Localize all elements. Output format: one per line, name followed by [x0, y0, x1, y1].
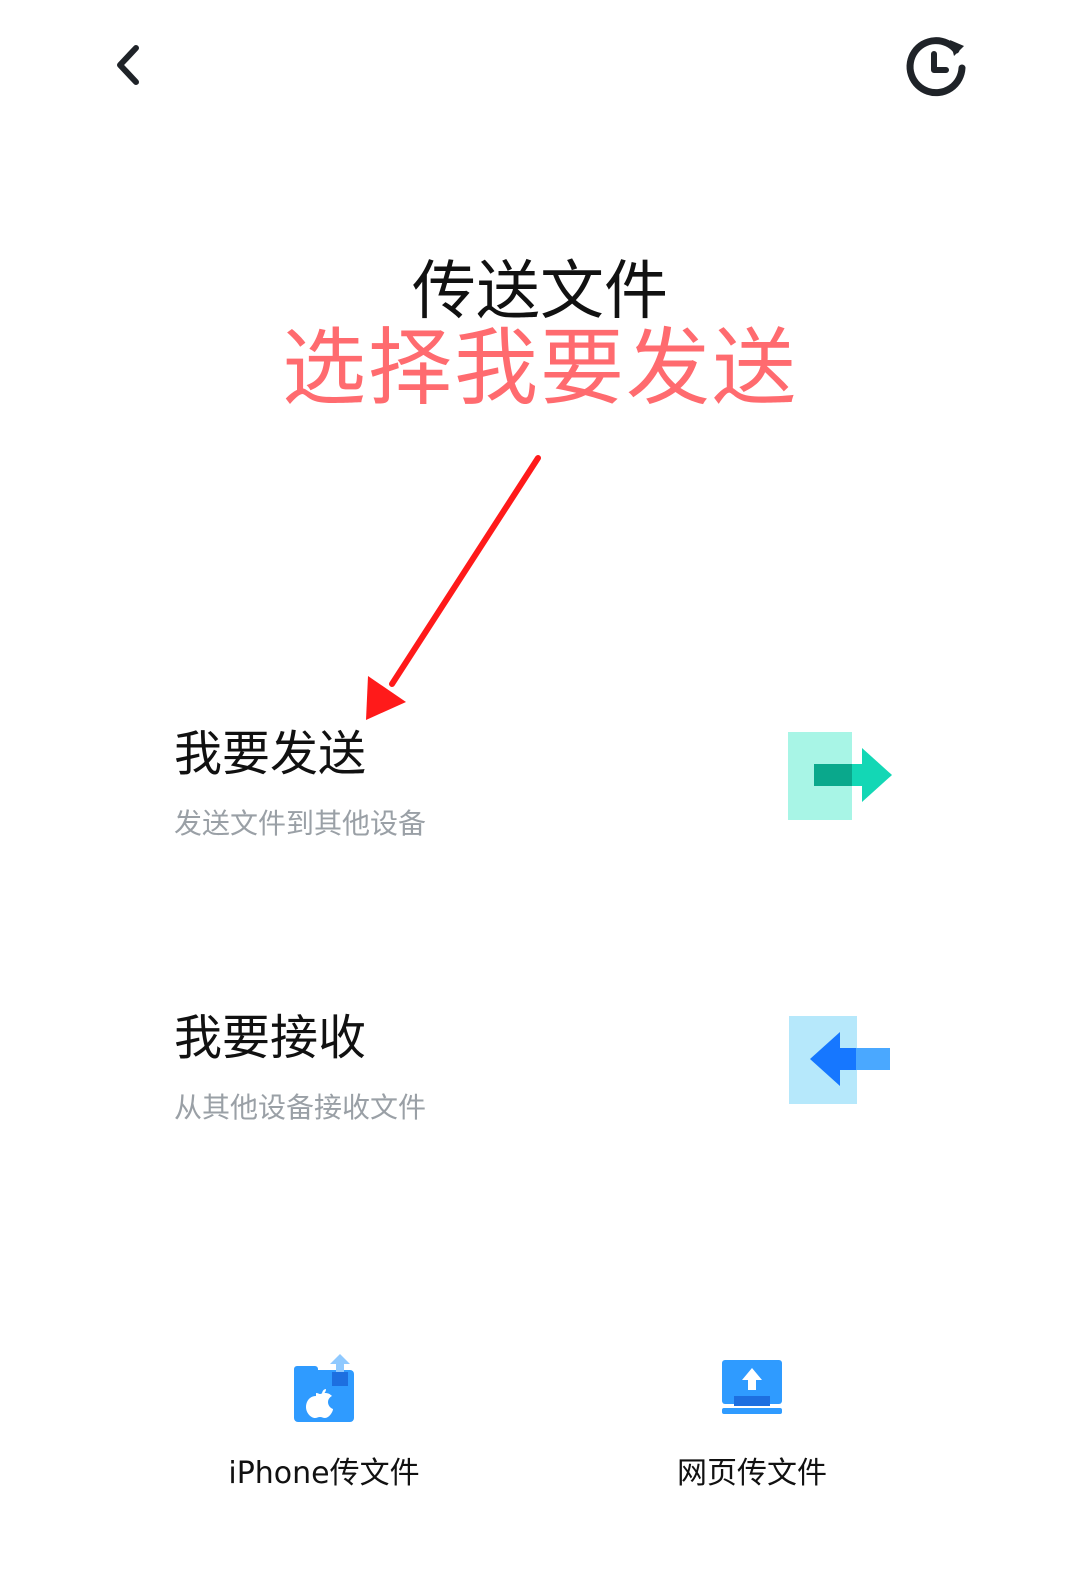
send-option-subtitle: 发送文件到其他设备: [174, 807, 427, 840]
history-clock-icon: [906, 37, 966, 97]
annotation-text: 选择我要发送: [281, 319, 798, 417]
receive-option[interactable]: 我要接收 从其他设备接收文件: [150, 1006, 930, 1196]
send-option-title: 我要发送: [174, 726, 367, 782]
web-transfer-label: 网页传文件: [677, 1456, 827, 1491]
send-arrow-right-icon: [788, 732, 892, 820]
iphone-transfer-label: iPhone传文件: [228, 1456, 420, 1491]
chevron-left-icon: [117, 45, 139, 85]
iphone-folder-upload-icon: [294, 1354, 354, 1422]
web-monitor-upload-icon: [722, 1360, 782, 1414]
receive-option-subtitle: 从其他设备接收文件: [174, 1091, 427, 1124]
send-option[interactable]: 我要发送 发送文件到其他设备: [150, 722, 930, 912]
web-transfer-button[interactable]: 网页传文件: [622, 1350, 882, 1510]
back-button[interactable]: [96, 30, 160, 100]
receive-option-title: 我要接收: [174, 1010, 367, 1066]
receive-arrow-left-icon: [789, 1016, 890, 1104]
iphone-transfer-button[interactable]: iPhone传文件: [194, 1350, 454, 1510]
history-button[interactable]: [900, 30, 972, 102]
